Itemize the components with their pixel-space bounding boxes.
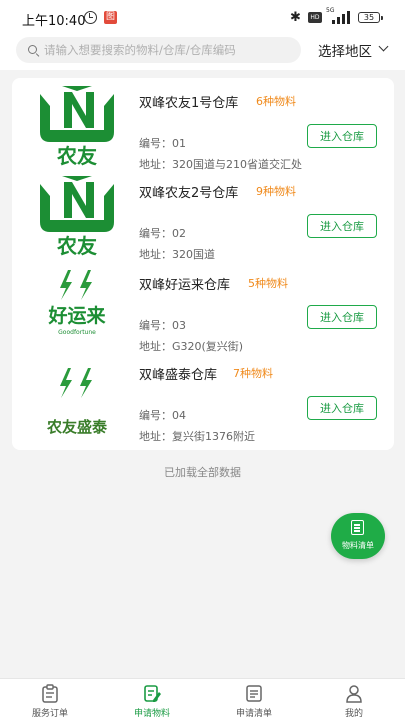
warehouse-code: 编号：04	[139, 409, 186, 422]
warehouse-name: 双峰农友1号仓库	[139, 96, 239, 111]
material-count: 5种物料	[248, 277, 288, 290]
enter-warehouse-button[interactable]: 进入仓库	[307, 124, 377, 148]
nongyou-logo-icon: 农友	[40, 176, 114, 256]
search-input[interactable]	[44, 37, 294, 63]
logo-text: 好运来	[47, 304, 105, 327]
tab-apply-list[interactable]: 申请清单	[204, 679, 304, 720]
logo-subtext: Goodfortune	[58, 329, 96, 336]
warehouse-item: 农友 双峰农友2号仓库 9种物料 编号：02 地址：320国道 进入仓库	[12, 168, 394, 261]
document-list-icon	[246, 685, 262, 702]
app-notification-icon: 图	[104, 11, 117, 24]
hd-icon: HD	[308, 12, 322, 23]
warehouse-address: 地址：复兴街1376附近	[139, 430, 255, 443]
haoyunlai-logo-icon: 好运来 Goodfortune	[47, 270, 106, 336]
status-bar: 上午10:40 图 ✱ HD 5G 35	[0, 0, 405, 34]
enter-warehouse-button[interactable]: 进入仓库	[307, 396, 377, 420]
bluetooth-icon: ✱	[290, 10, 301, 25]
tab-label: 申请清单	[235, 709, 272, 719]
warehouse-item: 好运来 Goodfortune 双峰好运来仓库 5种物料 编号：03 地址：G3…	[12, 260, 394, 353]
tab-label: 我的	[344, 709, 363, 719]
list-icon	[351, 520, 364, 535]
logo-text: 农友	[56, 234, 97, 256]
enter-warehouse-button[interactable]: 进入仓库	[307, 305, 377, 329]
logo-text: 农友盛泰	[46, 418, 108, 436]
warehouse-item: 农友 双峰农友1号仓库 6种物料 编号：01 地址：320国道与210省道交汇处…	[12, 78, 394, 171]
warehouse-code: 编号：02	[139, 227, 186, 240]
warehouse-code: 编号：03	[139, 319, 186, 332]
loaded-all-text: 已加载全部数据	[164, 466, 241, 479]
warehouse-name: 双峰好运来仓库	[139, 278, 231, 293]
tab-mine[interactable]: 我的	[304, 679, 404, 720]
material-count: 6种物料	[256, 95, 296, 108]
region-selector[interactable]: 选择地区	[318, 40, 372, 60]
enter-warehouse-button[interactable]: 进入仓库	[307, 214, 377, 238]
material-list-button[interactable]: 物料清单	[331, 513, 385, 559]
bottom-tab-bar: 服务订单 申请物料 申请清单 我的	[0, 678, 405, 720]
material-count: 7种物料	[233, 367, 273, 380]
logo-text: 农友	[56, 144, 97, 166]
warehouse-list: 农友 双峰农友1号仓库 6种物料 编号：01 地址：320国道与210省道交汇处…	[12, 78, 394, 450]
nongyoushengtai-logo-icon: 农友盛泰	[46, 368, 108, 436]
search-header: 选择地区	[0, 34, 405, 70]
tab-apply-materials[interactable]: 申请物料	[102, 679, 202, 720]
status-time: 上午10:40	[22, 14, 86, 29]
tab-label: 申请物料	[133, 709, 170, 719]
user-icon	[346, 685, 362, 703]
battery-icon: 35	[358, 12, 383, 23]
chevron-down-icon[interactable]	[378, 41, 389, 52]
warehouse-code: 编号：01	[139, 137, 186, 150]
search-box[interactable]	[16, 37, 301, 63]
material-count: 9种物料	[256, 185, 296, 198]
signal-icon	[326, 11, 352, 24]
search-icon	[28, 45, 37, 54]
clipboard-icon	[42, 684, 58, 703]
alarm-icon	[84, 11, 97, 24]
fab-label: 物料清单	[342, 541, 374, 550]
warehouse-name: 双峰农友2号仓库	[139, 186, 239, 201]
nongyou-logo-icon: 农友	[40, 86, 114, 166]
warehouse-name: 双峰盛泰仓库	[139, 368, 218, 383]
edit-document-icon	[144, 685, 161, 702]
tab-label: 服务订单	[31, 709, 68, 719]
tab-service-orders[interactable]: 服务订单	[0, 679, 100, 720]
warehouse-item: 农友盛泰 双峰盛泰仓库 7种物料 编号：04 地址：复兴街1376附近 进入仓库	[12, 350, 394, 443]
